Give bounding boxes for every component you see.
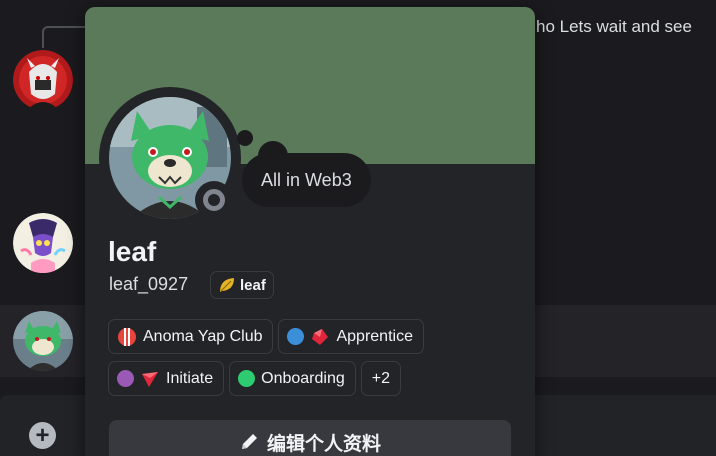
user-profile-popout: All in Web3 leaf leaf_0927 leaf Anoma Ya… (85, 7, 535, 456)
role-label: Apprentice (336, 327, 413, 345)
chat-avatar-3[interactable] (13, 311, 73, 371)
role-color-dot (238, 370, 256, 387)
profile-display-name: leaf (108, 236, 157, 267)
profile-username[interactable]: leaf_0927 (109, 274, 188, 295)
role-onboarding[interactable]: Onboarding (229, 361, 356, 396)
profile-avatar-frame[interactable] (99, 87, 241, 229)
role-color-dot (117, 370, 134, 387)
chat-message-text: ho Lets wait and see (536, 17, 692, 36)
striped-role-icon (118, 327, 136, 346)
role-apprentice[interactable]: Apprentice (278, 319, 424, 354)
custom-status-bubble[interactable]: All in Web3 (242, 153, 371, 207)
pencil-icon (241, 434, 257, 449)
leaf-icon (220, 278, 234, 292)
add-attachment-button[interactable]: + (29, 422, 56, 449)
role-label: Onboarding (261, 369, 345, 387)
role-color-dot (287, 328, 305, 345)
edit-profile-button[interactable]: 编辑个人资料 (109, 420, 511, 456)
server-tag-label: leaf (240, 276, 266, 294)
role-label: Initiate (166, 369, 214, 387)
more-roles-button[interactable]: +2 (360, 361, 402, 396)
roles-list: Anoma Yap Club Apprentice Initiate Onboa… (108, 319, 528, 403)
thought-bubble-dot-small (237, 130, 253, 146)
chat-avatar-2[interactable] (13, 213, 73, 273)
server-tag-badge[interactable]: leaf (210, 271, 274, 299)
edit-profile-label: 编辑个人资料 (266, 433, 381, 455)
role-anoma-yap-club[interactable]: Anoma Yap Club (108, 319, 274, 354)
red-gem-icon (312, 328, 329, 345)
role-initiate[interactable]: Initiate (108, 361, 225, 396)
chat-avatar-1[interactable] (13, 50, 73, 110)
more-roles-count: +2 (371, 369, 391, 387)
red-arrow-icon (142, 371, 158, 387)
offline-status-icon (203, 189, 225, 211)
plus-icon: + (35, 422, 50, 449)
status-indicator (195, 181, 233, 219)
role-label: Anoma Yap Club (143, 327, 263, 345)
